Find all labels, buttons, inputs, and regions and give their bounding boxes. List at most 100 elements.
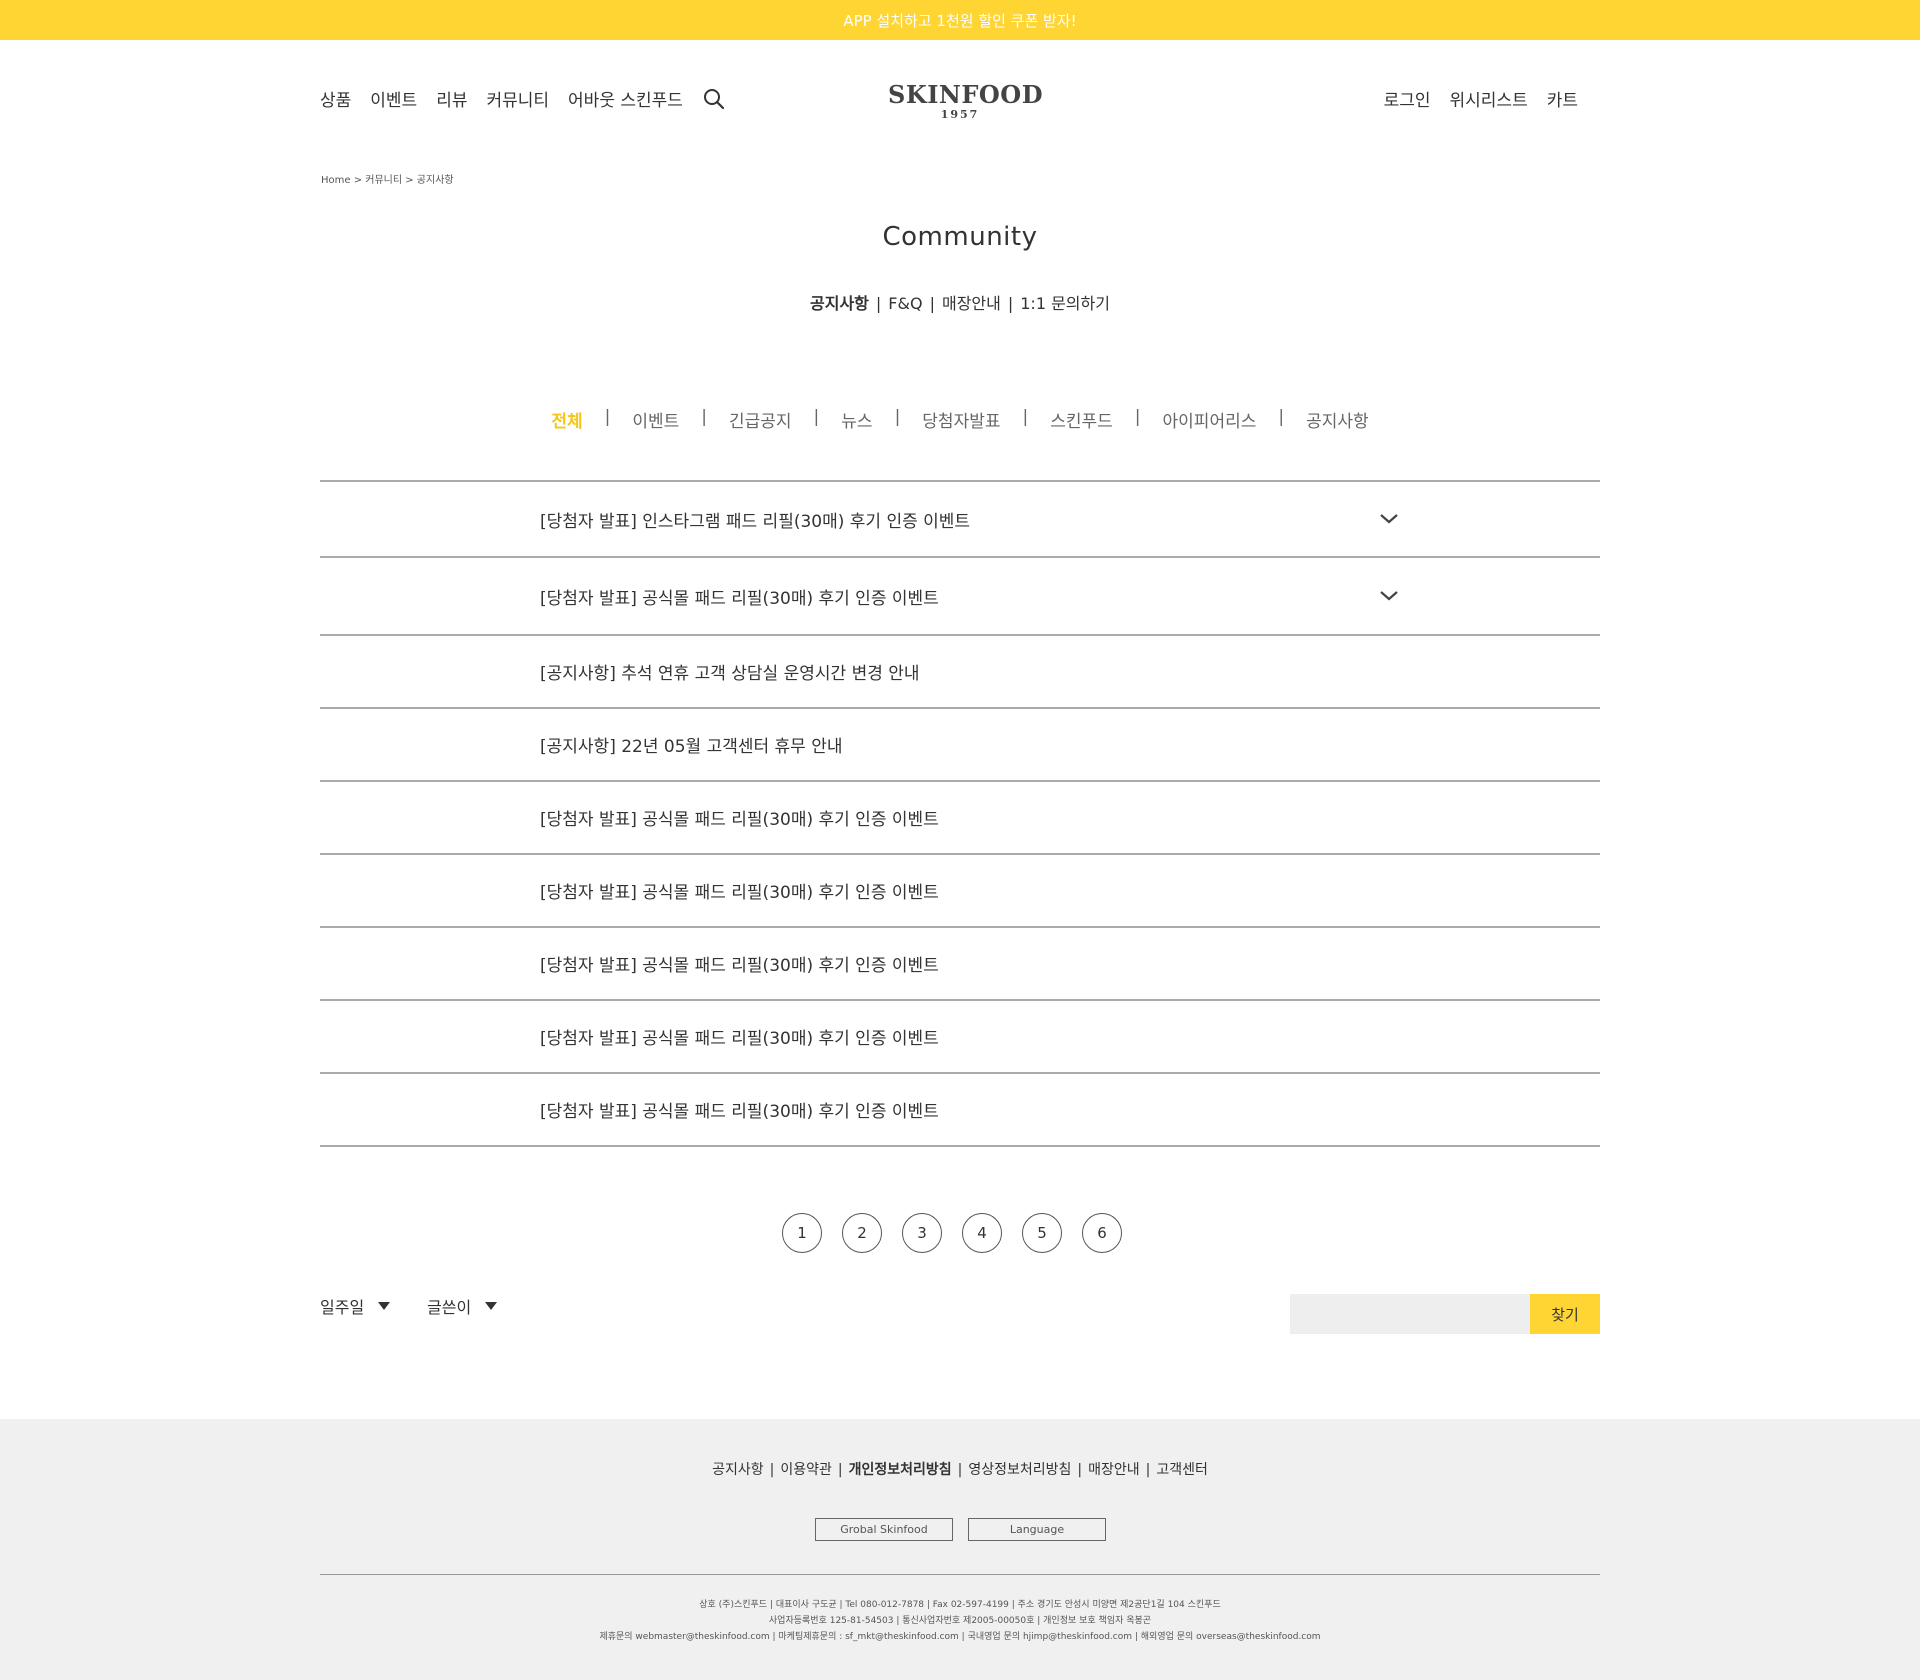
nav-item-about[interactable]: 어바웃 스킨푸드 — [568, 86, 683, 111]
nav-item-community[interactable]: 커뮤니티 — [486, 86, 549, 111]
footer: 공지사항 | 이용약관 | 개인정보처리방침 | 영상정보처리방침 | 매장안내 | 고객센터 Gr… — [0, 1419, 1920, 1680]
nav-item-wishlist[interactable]: 위시리스트 — [1450, 86, 1528, 111]
list-item[interactable]: [당첨자 발표] 공식몰 패드 리필(30매) 후기 인증 이벤트 — [320, 928, 1600, 999]
subnav-divider: | — [929, 294, 935, 313]
page-button[interactable]: 3 — [902, 1213, 942, 1253]
subnav-divider: | — [1007, 294, 1014, 313]
footer-link-support[interactable]: 고객센터 — [1156, 1462, 1208, 1478]
footer-divider-line — [320, 1574, 1600, 1575]
footer-divider: | — [1145, 1462, 1151, 1478]
chevron-down-icon[interactable] — [1378, 585, 1400, 607]
post-title[interactable]: [당첨자 발표] 공식몰 패드 리필(30매) 후기 인증 이벤트 — [540, 878, 939, 903]
category-divider: | — [894, 407, 901, 427]
logo-wordmark: SKINFOOD — [888, 80, 1044, 109]
language-button[interactable]: Language — [968, 1518, 1106, 1541]
breadcrumb[interactable]: Home > 커뮤니티 > 공지사항 — [321, 171, 454, 186]
page-button[interactable]: 6 — [1082, 1213, 1122, 1253]
category-event[interactable]: 이벤트 — [632, 407, 679, 432]
nav-item-login[interactable]: 로그인 — [1384, 86, 1431, 111]
promo-banner[interactable]: APP 설치하고 1천원 할인 쿠폰 받자! — [0, 0, 1920, 40]
nav-item-events[interactable]: 이벤트 — [370, 86, 417, 111]
company-info-line: 사업자등록번호 125-81-54503 | 통신사업자번호 제2005-000… — [768, 1616, 1152, 1626]
subnav-item-faq[interactable]: F&Q — [888, 294, 922, 313]
promo-banner-text[interactable]: APP 설치하고 1천원 할인 쿠폰 받자! — [843, 10, 1076, 31]
subnav-divider: | — [875, 294, 882, 313]
list-item[interactable]: [공지사항] 추석 연휴 고객 상담실 운영시간 변경 안내 — [320, 636, 1600, 707]
post-title[interactable]: [당첨자 발표] 공식몰 패드 리필(30매) 후기 인증 이벤트 — [540, 584, 939, 609]
category-ifearless[interactable]: 아이피어리스 — [1163, 407, 1257, 432]
category-urgent[interactable]: 긴급공지 — [729, 407, 792, 432]
post-title[interactable]: [당첨자 발표] 공식몰 패드 리필(30매) 후기 인증 이벤트 — [540, 1024, 939, 1049]
footer-link-privacy[interactable]: 개인정보처리방침 — [849, 1462, 952, 1478]
chevron-down-icon[interactable] — [1378, 508, 1400, 530]
list-item[interactable]: [공지사항] 22년 05월 고객센터 휴무 안내 — [320, 709, 1600, 780]
global-skinfood-button[interactable]: Grobal Skinfood — [815, 1518, 953, 1541]
company-info-line: 상호 (주)스킨푸드 | 대표이사 구도균 | Tel 080-012-7878… — [699, 1600, 1221, 1610]
page-button[interactable]: 1 — [782, 1213, 822, 1253]
post-title[interactable]: [당첨자 발표] 공식몰 패드 리필(30매) 후기 인증 이벤트 — [540, 805, 939, 830]
footer-divider: | — [1077, 1462, 1083, 1478]
page-title: Community — [882, 222, 1038, 252]
list-item[interactable]: [당첨자 발표] 공식몰 패드 리필(30매) 후기 인증 이벤트 — [320, 855, 1600, 926]
footer-links: 공지사항 | 이용약관 | 개인정보처리방침 | 영상정보처리방침 | 매장안내 | 고객센터 — [0, 1459, 1920, 1479]
list-item[interactable]: [당첨자 발표] 공식몰 패드 리필(30매) 후기 인증 이벤트 — [320, 782, 1600, 853]
row-divider — [320, 1145, 1600, 1147]
footer-divider: | — [957, 1462, 963, 1478]
search-field-select[interactable]: 글쓴이 — [427, 1294, 498, 1318]
post-title[interactable]: [공지사항] 추석 연휴 고객 상담실 운영시간 변경 안내 — [540, 659, 920, 684]
footer-link-stores[interactable]: 매장안내 — [1088, 1462, 1140, 1478]
category-all[interactable]: 전체 — [551, 407, 582, 432]
page-button[interactable]: 5 — [1022, 1213, 1062, 1253]
search-input[interactable] — [1290, 1294, 1530, 1334]
company-info-line: 제휴문의 webmaster@theskinfood.com | 마케팅제휴문의… — [599, 1632, 1321, 1642]
search-button[interactable]: 찾기 — [1530, 1294, 1600, 1334]
user-nav: 로그인 위시리스트 카트 — [1365, 86, 1578, 111]
category-notice[interactable]: 공지사항 — [1306, 407, 1369, 432]
category-skinfood[interactable]: 스킨푸드 — [1050, 407, 1113, 432]
category-divider: | — [604, 407, 611, 427]
footer-link-terms[interactable]: 이용약관 — [780, 1462, 832, 1478]
post-title[interactable]: [당첨자 발표] 공식몰 패드 리필(30매) 후기 인증 이벤트 — [540, 951, 939, 976]
footer-divider: | — [769, 1462, 775, 1478]
list-item[interactable]: [당첨자 발표] 공식몰 패드 리필(30매) 후기 인증 이벤트 — [320, 558, 1600, 634]
category-divider: | — [1022, 407, 1029, 427]
post-list: [당첨자 발표] 인스타그램 패드 리필(30매) 후기 인증 이벤트 [당첨자… — [320, 480, 1600, 1147]
category-divider: | — [1278, 407, 1285, 427]
pagination: 1 2 3 4 5 6 — [782, 1213, 1142, 1253]
nav-item-reviews[interactable]: 리뷰 — [436, 86, 467, 111]
footer-link-video-privacy[interactable]: 영상정보처리방침 — [968, 1462, 1071, 1478]
category-divider: | — [813, 407, 820, 427]
nav-item-products[interactable]: 상품 — [320, 86, 351, 111]
category-divider: | — [1134, 407, 1141, 427]
footer-buttons: Grobal Skinfood Language — [815, 1518, 1121, 1541]
caret-down-icon[interactable] — [485, 1302, 498, 1310]
company-info: 상호 (주)스킨푸드 | 대표이사 구도균 | Tel 080-012-7878… — [0, 1597, 1920, 1645]
subnav-item-stores[interactable]: 매장안내 — [942, 294, 1001, 313]
page-button[interactable]: 4 — [962, 1213, 1002, 1253]
post-title[interactable]: [공지사항] 22년 05월 고객센터 휴무 안내 — [540, 732, 843, 757]
page-button[interactable]: 2 — [842, 1213, 882, 1253]
footer-divider: | — [837, 1462, 843, 1478]
logo[interactable]: SKINFOOD 1957 — [888, 80, 1044, 122]
footer-link-notice[interactable]: 공지사항 — [712, 1462, 764, 1478]
search-icon[interactable] — [702, 87, 726, 111]
category-filter: 전체 | 이벤트 | 긴급공지 | 뉴스 | 당첨자발표 | 스킨푸드 | 아이피어리스 | … — [0, 407, 1920, 432]
list-item[interactable]: [당첨자 발표] 공식몰 패드 리필(30매) 후기 인증 이벤트 — [320, 1074, 1600, 1145]
post-title[interactable]: [당첨자 발표] 공식몰 패드 리필(30매) 후기 인증 이벤트 — [540, 1097, 939, 1122]
category-winners[interactable]: 당첨자발표 — [922, 407, 1000, 432]
list-item[interactable]: [당첨자 발표] 인스타그램 패드 리필(30매) 후기 인증 이벤트 — [320, 482, 1600, 556]
list-item[interactable]: [당첨자 발표] 공식몰 패드 리필(30매) 후기 인증 이벤트 — [320, 1001, 1600, 1072]
period-select[interactable]: 일주일 — [320, 1294, 391, 1318]
period-select-value[interactable]: 일주일 — [320, 1294, 364, 1318]
post-title[interactable]: [당첨자 발표] 인스타그램 패드 리필(30매) 후기 인증 이벤트 — [540, 507, 970, 532]
logo-year: 1957 — [940, 108, 980, 121]
nav-item-cart[interactable]: 카트 — [1547, 86, 1578, 111]
subnav-item-notice[interactable]: 공지사항 — [810, 294, 869, 313]
main-nav: 상품 이벤트 리뷰 커뮤니티 어바웃 스킨푸드 — [320, 86, 726, 111]
caret-down-icon[interactable] — [378, 1302, 391, 1310]
community-subnav: 공지사항 | F&Q | 매장안내 | 1:1 문의하기 — [0, 290, 1920, 314]
category-divider: | — [701, 407, 707, 427]
subnav-item-inquiry[interactable]: 1:1 문의하기 — [1020, 294, 1110, 313]
category-news[interactable]: 뉴스 — [841, 407, 872, 432]
search-field-select-value[interactable]: 글쓴이 — [427, 1294, 471, 1318]
